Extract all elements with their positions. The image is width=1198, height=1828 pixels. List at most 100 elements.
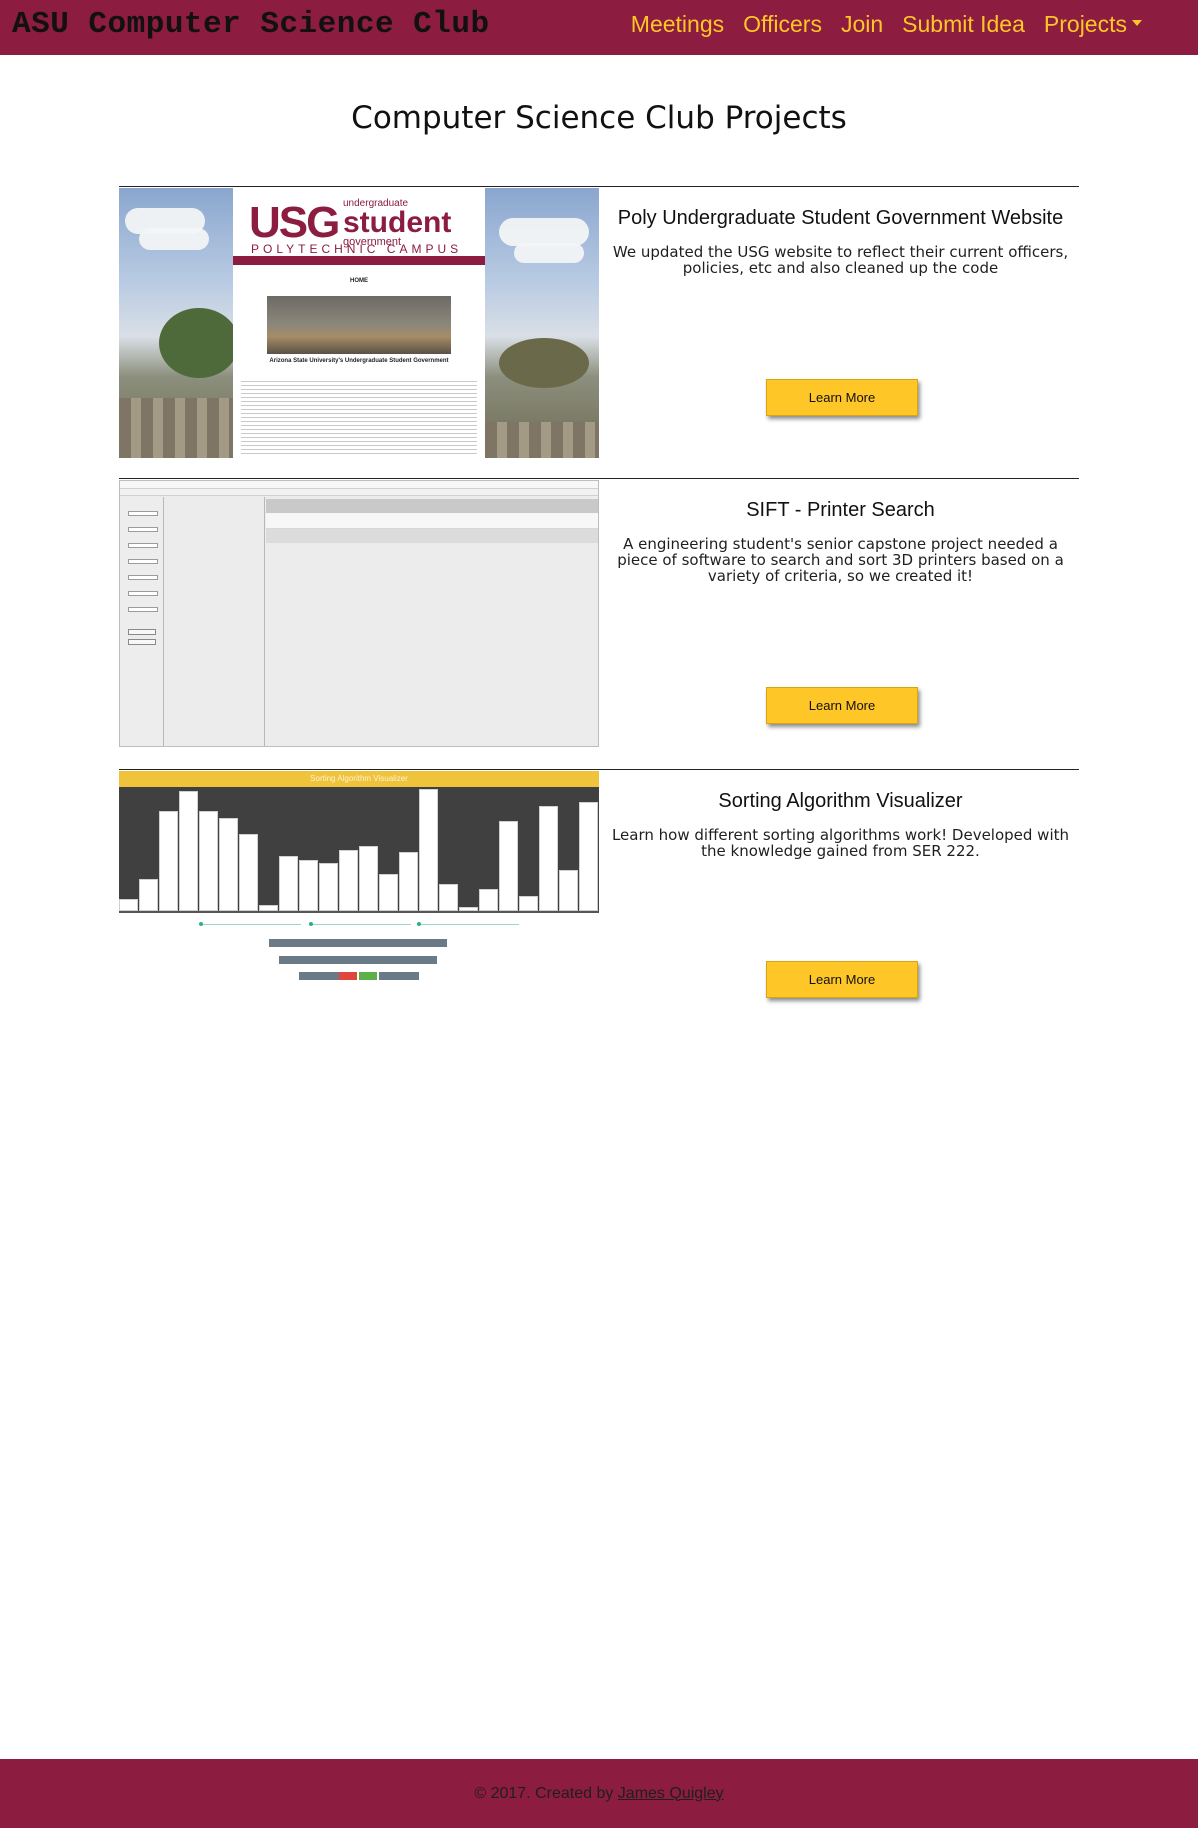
cloud-shape <box>499 218 589 246</box>
navbar: ASU Computer Science Club Meetings Offic… <box>0 0 1198 55</box>
page-title: Computer Science Club Projects <box>351 100 847 136</box>
project-title: Poly Undergraduate Student Government We… <box>617 207 1064 229</box>
sort-bar <box>439 884 458 911</box>
sort-bar <box>319 863 338 911</box>
sort-bar <box>139 879 158 911</box>
usg-logo-words: undergraduate student government <box>343 198 451 248</box>
sort-bar <box>199 811 218 911</box>
usg-nav-bar <box>233 256 485 265</box>
sort-bar <box>179 791 198 911</box>
algorithm-buttons <box>279 956 437 964</box>
usg-home-heading: HOME <box>350 278 368 284</box>
sort-bar <box>159 811 178 911</box>
tree-shape <box>499 338 589 388</box>
sort-bar <box>119 899 138 911</box>
usg-body-text-lines <box>241 378 477 454</box>
sort-bar <box>299 860 318 911</box>
results-table-header <box>266 499 598 513</box>
slider-handle <box>417 922 421 926</box>
sort-bar <box>559 870 578 911</box>
results-table-row <box>266 513 598 529</box>
project-description: We updated the USG website to reflect th… <box>612 243 1069 277</box>
nav-join[interactable]: Join <box>841 11 883 38</box>
project-sorting: Sorting Algorithm Visualizer Sorting Alg… <box>119 769 1079 1009</box>
playback-controls <box>299 972 339 980</box>
cloud-shape <box>514 243 584 263</box>
filter-control <box>128 559 158 564</box>
sorting-visualizer-screenshot: Sorting Algorithm Visualizer <box>119 771 599 981</box>
filter-control <box>128 511 158 516</box>
algorithm-buttons <box>269 939 447 947</box>
chevron-down-icon <box>1132 20 1142 26</box>
nav-projects-dropdown[interactable]: Projects <box>1044 11 1142 38</box>
visualizer-header: Sorting Algorithm Visualizer <box>119 771 599 787</box>
usg-caption: Arizona State University's Undergraduate… <box>269 358 449 364</box>
playback-controls <box>379 972 419 980</box>
project-info: SIFT - Printer Search A engineering stud… <box>602 479 1079 724</box>
sort-bar <box>499 821 518 911</box>
results-list-panel <box>164 497 265 746</box>
sort-bar <box>379 874 398 911</box>
slider-handle <box>199 922 203 926</box>
sort-bar <box>339 850 358 911</box>
project-description: A engineering student's senior capstone … <box>617 535 1064 585</box>
usg-page-mock: USG undergraduate student government POL… <box>233 188 485 458</box>
speed-slider <box>201 924 301 925</box>
brand-title[interactable]: ASU Computer Science Club <box>12 7 490 42</box>
project-info: Sorting Algorithm Visualizer Learn how d… <box>602 770 1079 998</box>
cloud-shape <box>139 228 209 250</box>
sort-bar <box>399 852 418 911</box>
nav-links: Meetings Officers Join Submit Idea Proje… <box>631 11 1142 38</box>
nav-projects-label: Projects <box>1043 11 1127 37</box>
delay-slider <box>419 924 519 925</box>
sort-bar <box>359 846 378 911</box>
filter-control <box>128 527 158 532</box>
sort-bar <box>419 789 438 911</box>
nav-meetings[interactable]: Meetings <box>631 11 724 38</box>
sort-bar <box>539 806 558 911</box>
filter-control <box>128 591 158 596</box>
filter-button <box>128 629 156 635</box>
size-slider <box>311 924 411 925</box>
project-title: SIFT - Printer Search <box>746 499 935 521</box>
sort-bar <box>239 834 258 911</box>
visualizer-bars-area <box>119 787 599 913</box>
project-sift: SIFT - Printer Search A engineering stud… <box>119 478 1079 747</box>
sift-app-screenshot <box>119 480 599 747</box>
learn-more-button[interactable]: Learn More <box>766 379 918 416</box>
results-table-row <box>266 529 598 543</box>
sort-bar <box>579 802 598 911</box>
window-menubar <box>120 489 598 496</box>
nav-submit-idea[interactable]: Submit Idea <box>902 11 1025 38</box>
sort-bar <box>259 905 278 911</box>
window-titlebar <box>120 481 598 489</box>
stone-wall <box>485 422 599 458</box>
learn-more-button[interactable]: Learn More <box>766 687 918 724</box>
learn-more-button[interactable]: Learn More <box>766 961 918 998</box>
footer: © 2017. Created by James Quigley <box>0 1759 1198 1828</box>
filter-button <box>128 639 156 645</box>
stone-wall <box>119 398 233 458</box>
stop-control <box>339 972 357 980</box>
sort-bar <box>279 856 298 911</box>
conference-room-photo <box>267 296 451 354</box>
project-usg: USG undergraduate student government POL… <box>119 186 1079 458</box>
usg-logo-student: student <box>343 206 452 239</box>
filter-control <box>128 575 158 580</box>
project-description: Learn how different sorting algorithms w… <box>611 826 1070 860</box>
author-link[interactable]: James Quigley <box>618 1785 724 1802</box>
play-control <box>359 972 377 980</box>
tree-shape <box>159 308 239 378</box>
project-info: Poly Undergraduate Student Government We… <box>602 187 1079 416</box>
project-title: Sorting Algorithm Visualizer <box>718 790 963 812</box>
filter-control <box>128 607 158 612</box>
footer-copyright: © 2017. Created by <box>474 1784 618 1802</box>
sort-bar <box>219 818 238 911</box>
filter-control <box>128 543 158 548</box>
nav-officers[interactable]: Officers <box>743 11 822 38</box>
usg-logo: USG <box>249 198 340 247</box>
usg-website-screenshot: USG undergraduate student government POL… <box>119 188 599 458</box>
usg-campus-label: POLYTECHNIC CAMPUS <box>251 242 463 256</box>
slider-handle <box>309 922 313 926</box>
filter-panel <box>120 497 164 746</box>
